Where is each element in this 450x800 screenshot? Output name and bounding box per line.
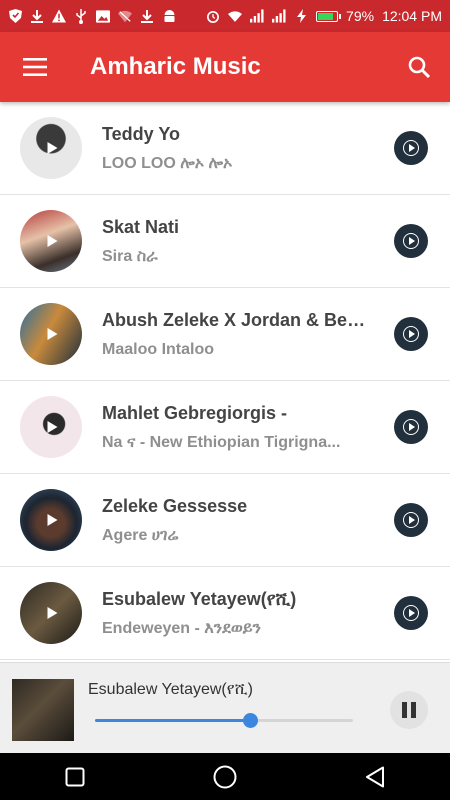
back-icon	[366, 766, 384, 787]
back-button[interactable]	[345, 753, 405, 800]
song-title: Zeleke Gessesse	[102, 495, 248, 516]
song-title: Abush Zeleke X Jordan & Bek...	[102, 309, 370, 330]
song-row[interactable]: Mahlet Gebregiorgis - Na ና - New Ethiopi…	[0, 381, 450, 474]
search-icon	[408, 56, 430, 78]
app-title: Amharic Music	[90, 53, 261, 80]
play-overlay-icon	[47, 235, 58, 247]
warning-icon	[52, 9, 66, 23]
song-subtitle: Endeweyen - እንደወይን	[102, 619, 261, 637]
home-icon	[213, 765, 237, 788]
menu-button[interactable]	[0, 32, 70, 102]
recents-button[interactable]	[45, 753, 105, 800]
play-button[interactable]	[394, 317, 428, 351]
play-button[interactable]	[394, 503, 428, 537]
seek-bar[interactable]	[95, 713, 353, 728]
song-title: Mahlet Gebregiorgis -	[102, 402, 288, 423]
song-subtitle: LOO LOO ሎኦ ሎኦ	[102, 154, 233, 172]
now-playing-bar[interactable]: Esubalew Yetayew(የሺ)	[0, 662, 450, 753]
play-overlay-icon	[47, 421, 58, 433]
charging-icon	[294, 9, 308, 23]
usb-icon	[74, 8, 88, 24]
clock: 12:04 PM	[382, 8, 442, 24]
now-playing-title: Esubalew Yetayew(የሺ)	[88, 681, 253, 698]
song-subtitle: Sira ስራ	[102, 247, 158, 265]
seek-progress	[95, 719, 250, 722]
system-nav-bar	[0, 753, 450, 800]
shield-icon	[8, 9, 22, 23]
play-icon	[403, 140, 419, 156]
song-row[interactable]: Zeleke Gessesse Agere ሀገሬ	[0, 474, 450, 567]
download-icon	[30, 9, 44, 23]
song-thumbnail	[20, 303, 82, 365]
song-title: Teddy Yo	[102, 123, 181, 144]
play-button[interactable]	[394, 410, 428, 444]
album-art	[12, 679, 74, 741]
song-title: Skat Nati	[102, 216, 180, 237]
alarm-icon	[206, 9, 220, 23]
wifi-icon	[228, 9, 243, 23]
song-row[interactable]: Abush Zeleke X Jordan & Bek... Maaloo In…	[0, 288, 450, 381]
song-thumbnail	[20, 210, 82, 272]
signal-icon	[272, 9, 286, 23]
song-row[interactable]: Esubalew Yetayew(የሺ) Endeweyen - እንደወይን	[0, 567, 450, 660]
play-icon	[403, 605, 419, 621]
song-list: Teddy Yo LOO LOO ሎኦ ሎኦ Skat Nati Sira ስራ…	[0, 102, 450, 662]
signal-icon	[250, 9, 264, 23]
song-row[interactable]: Skat Nati Sira ስራ	[0, 195, 450, 288]
song-row[interactable]: Teddy Yo LOO LOO ሎኦ ሎኦ	[0, 102, 450, 195]
play-overlay-icon	[47, 607, 58, 619]
song-thumbnail	[20, 582, 82, 644]
recents-icon	[65, 767, 85, 786]
play-button[interactable]	[394, 596, 428, 630]
play-button[interactable]	[394, 224, 428, 258]
search-button[interactable]	[388, 32, 450, 102]
android-icon	[162, 9, 176, 23]
song-thumbnail	[20, 117, 82, 179]
menu-icon	[23, 58, 47, 76]
play-button[interactable]	[394, 131, 428, 165]
pause-icon	[402, 702, 407, 718]
play-icon	[403, 233, 419, 249]
app-bar: Amharic Music	[0, 32, 450, 102]
wifi-off-icon	[118, 9, 132, 23]
seek-thumb[interactable]	[242, 713, 258, 728]
image-icon	[96, 9, 110, 23]
play-overlay-icon	[47, 142, 58, 154]
song-subtitle: Na ና - New Ethiopian Tigrigna...	[102, 433, 341, 451]
play-icon	[403, 419, 419, 435]
song-subtitle: Agere ሀገሬ	[102, 526, 179, 544]
battery-percent: 79%	[346, 8, 375, 24]
status-bar: 79% 12:04 PM	[0, 0, 450, 32]
song-thumbnail	[20, 489, 82, 551]
play-overlay-icon	[47, 514, 58, 526]
status-icons-left	[8, 8, 176, 24]
battery-icon	[316, 10, 342, 22]
song-subtitle: Maaloo Intaloo	[102, 340, 214, 358]
play-overlay-icon	[47, 328, 58, 340]
status-icons-right: 79% 12:04 PM	[206, 8, 442, 24]
song-thumbnail	[20, 396, 82, 458]
pause-button[interactable]	[390, 691, 428, 729]
song-title: Esubalew Yetayew(የሺ)	[102, 588, 297, 609]
home-button[interactable]	[195, 753, 255, 800]
play-icon	[403, 326, 419, 342]
play-icon	[403, 512, 419, 528]
download-icon	[140, 9, 154, 23]
